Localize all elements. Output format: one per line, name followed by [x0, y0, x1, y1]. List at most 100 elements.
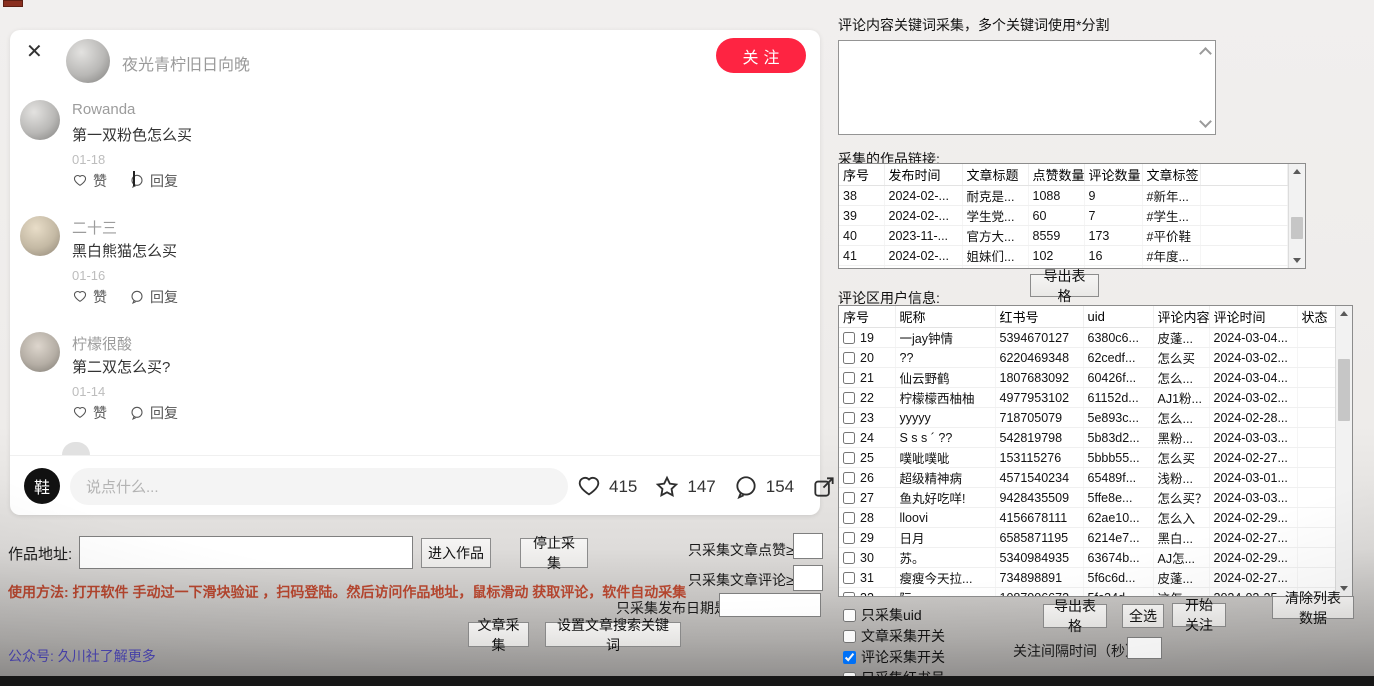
table-row[interactable]: 31瘦瘦今天拉...7348988915f6c6d...皮蓬...2024-02…	[839, 568, 1335, 588]
export-table-button-2[interactable]: 导出表格	[1043, 604, 1107, 628]
row-checkbox[interactable]	[843, 552, 855, 564]
col-header[interactable]: 评论内容	[1153, 306, 1209, 328]
scroll-down-icon[interactable]	[1199, 115, 1212, 128]
col-header[interactable]: 状态	[1297, 306, 1335, 328]
like-button[interactable]: 赞	[72, 171, 107, 191]
stop-collect-button[interactable]: 停止采集	[520, 538, 588, 568]
collects-stat[interactable]: 147	[654, 474, 715, 500]
table-row[interactable]: 23yyyyy7187050795e893c...怎么...2024-02-28…	[839, 408, 1335, 428]
scroll-thumb[interactable]	[1338, 359, 1350, 421]
table-row[interactable]: 32阮10870066725fc34d...这怎...2024-02-25...	[839, 588, 1335, 597]
set-search-keyword-button[interactable]: 设置文章搜索关键词	[545, 622, 681, 647]
table-cell: 734898891	[995, 568, 1083, 588]
toggle-only-uid[interactable]: 只采集uid	[843, 605, 922, 625]
checkbox[interactable]	[843, 630, 856, 643]
row-checkbox[interactable]	[843, 352, 855, 364]
address-input[interactable]	[79, 536, 413, 569]
row-checkbox[interactable]	[843, 392, 855, 404]
reply-button[interactable]: 回复	[129, 403, 178, 423]
col-header[interactable]: 昵称	[895, 306, 995, 328]
table-row[interactable]: 20??622046934862cedf...怎么买2024-03-02...	[839, 348, 1335, 368]
close-icon[interactable]: ✕	[26, 42, 43, 62]
follow-interval-input[interactable]	[1127, 637, 1162, 659]
table-cell: #神仙...	[1142, 266, 1200, 269]
avatar[interactable]	[20, 100, 60, 140]
row-checkbox[interactable]	[843, 372, 855, 384]
table-row[interactable]: 412024-02-...姐妹们...10216#年度...	[839, 246, 1288, 266]
row-checkbox[interactable]	[843, 412, 855, 424]
checkbox[interactable]	[843, 609, 856, 622]
col-header[interactable]: 点赞数量	[1028, 164, 1084, 186]
author-avatar[interactable]	[66, 39, 110, 83]
table-row[interactable]: 22柠檬檬西柚柚497795310261152d...AJ1粉...2024-0…	[839, 388, 1335, 408]
toggle-comment-collect[interactable]: 评论采集开关	[843, 647, 945, 667]
scroll-down-icon[interactable]	[1289, 253, 1305, 268]
col-header[interactable]: 评论数量	[1084, 164, 1142, 186]
clear-list-button[interactable]: 清除列表数据	[1272, 596, 1354, 619]
row-checkbox[interactable]	[843, 332, 855, 344]
table-row[interactable]: 27鱼丸好吃咩!94284355095ffe8e...怎么买？2024-03-0…	[839, 488, 1335, 508]
export-table-button[interactable]: 导出表格	[1030, 274, 1099, 297]
min-likes-input[interactable]	[793, 533, 823, 559]
col-header[interactable]: 文章标签	[1142, 164, 1200, 186]
col-header[interactable]: 发布时间	[884, 164, 962, 186]
row-checkbox[interactable]	[843, 472, 855, 484]
min-comments-input[interactable]	[793, 565, 823, 591]
comment-input[interactable]: 说点什么...	[70, 468, 568, 505]
scroll-up-icon[interactable]	[1336, 306, 1352, 321]
start-follow-button[interactable]: 开始关注	[1172, 603, 1226, 627]
table-row[interactable]: 28lloovi415667811162ae10...怎么入2024-02-29…	[839, 508, 1335, 528]
scroll-thumb[interactable]	[1291, 217, 1303, 239]
table-row[interactable]: 21仙云野鹤180768309260426f...怎么...2024-03-04…	[839, 368, 1335, 388]
table-row[interactable]: 25噗呲噗呲1531152765bbb55...怎么买2024-02-27...	[839, 448, 1335, 468]
table-row[interactable]: 382024-02-...耐克是...10889#新年...	[839, 186, 1288, 206]
col-header[interactable]: 评论时间	[1209, 306, 1297, 328]
avatar[interactable]	[20, 332, 60, 372]
commenter-name[interactable]: 二十三	[72, 217, 117, 238]
checkbox[interactable]	[843, 651, 856, 664]
scroll-up-icon[interactable]	[1199, 47, 1212, 60]
author-name: 夜光青柠旧日向晚	[122, 51, 250, 75]
commenter-name[interactable]: Rowanda	[72, 101, 135, 118]
reply-button[interactable]: 回复	[129, 171, 178, 191]
table-row[interactable]: 30苏。534098493563674b...AJ怎...2024-02-29.…	[839, 548, 1335, 568]
enter-work-button[interactable]: 进入作品	[421, 538, 491, 568]
users-scrollbar[interactable]	[1335, 306, 1352, 596]
row-checkbox[interactable]	[843, 452, 855, 464]
col-header[interactable]: 文章标题	[962, 164, 1028, 186]
table-row[interactable]: 24S s s ´ ??5428197985b83d2...黑粉...2024-…	[839, 428, 1335, 448]
official-account-link[interactable]: 公众号: 久川社了解更多	[8, 646, 156, 666]
table-row[interactable]: 19一jay钟情53946701276380c6...皮蓬...2024-03-…	[839, 328, 1335, 348]
avatar[interactable]	[20, 216, 60, 256]
row-checkbox[interactable]	[843, 432, 855, 444]
likes-stat[interactable]: 415	[576, 474, 637, 500]
like-button[interactable]: 赞	[72, 287, 107, 307]
row-checkbox[interactable]	[843, 512, 855, 524]
table-row[interactable]: 29日月65858711956214e7...黑白...2024-02-27..…	[839, 528, 1335, 548]
col-header[interactable]: 序号	[839, 164, 884, 186]
follow-button[interactable]: 关注	[716, 38, 806, 73]
comments-stat[interactable]: 154	[733, 474, 794, 500]
articles-scrollbar[interactable]	[1288, 164, 1305, 268]
commenter-name[interactable]: 柠檬很酸	[72, 333, 132, 354]
row-checkbox[interactable]	[843, 572, 855, 584]
table-row[interactable]: 392024-02-...学生党...607#学生...	[839, 206, 1288, 226]
select-all-button[interactable]: 全选	[1122, 604, 1164, 628]
col-header[interactable]: uid	[1083, 306, 1153, 328]
row-checkbox[interactable]	[843, 492, 855, 504]
date-filter-input[interactable]	[719, 593, 821, 617]
article-collect-button[interactable]: 文章采集	[468, 622, 529, 647]
col-header[interactable]: 序号	[839, 306, 895, 328]
table-cell: 65489f...	[1083, 468, 1153, 488]
keyword-textarea[interactable]	[838, 40, 1216, 135]
toggle-article-collect[interactable]: 文章采集开关	[843, 626, 945, 646]
table-row[interactable]: 402023-11-...官方大...8559173#平价鞋	[839, 226, 1288, 246]
share-button[interactable]	[811, 474, 837, 500]
reply-button[interactable]: 回复	[129, 287, 178, 307]
scroll-up-icon[interactable]	[1289, 164, 1305, 179]
row-checkbox[interactable]	[843, 592, 855, 597]
like-button[interactable]: 赞	[72, 403, 107, 423]
table-row[interactable]: 26超级精神病457154023465489f...浅粉...2024-03-0…	[839, 468, 1335, 488]
row-checkbox[interactable]	[843, 532, 855, 544]
col-header[interactable]: 红书号	[995, 306, 1083, 328]
